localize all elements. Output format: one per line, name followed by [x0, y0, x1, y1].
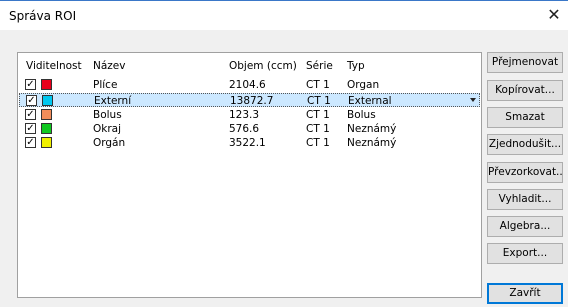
roi-volume: 2104.6 [229, 79, 266, 91]
visibility-checkbox[interactable]: ✓ [25, 123, 36, 134]
title-bar: Správa ROI ✕ [0, 0, 568, 30]
column-header-visibility[interactable]: Viditelnost [26, 60, 82, 72]
table-row[interactable]: ✓ Bolus 123.3 CT 1 Bolus [19, 108, 480, 122]
roi-series: CT 1 [306, 79, 330, 91]
table-row[interactable]: ✓ Plíce 2104.6 CT 1 Organ [19, 78, 480, 92]
column-header-name[interactable]: Název [93, 60, 125, 72]
visibility-checkbox[interactable]: ✓ [25, 109, 36, 120]
color-swatch[interactable] [41, 79, 52, 90]
chevron-down-icon[interactable] [470, 98, 476, 102]
roi-type: Neznámý [347, 137, 397, 149]
roi-type: Neznámý [347, 123, 397, 135]
color-swatch[interactable] [41, 137, 52, 148]
column-header-series[interactable]: Série [306, 60, 333, 72]
visibility-checkbox[interactable]: ✓ [25, 137, 36, 148]
roi-type-dropdown[interactable]: External [348, 94, 392, 108]
roi-name: Orgán [93, 137, 126, 149]
visibility-checkbox[interactable]: ✓ [25, 79, 36, 90]
close-button[interactable]: Zavřít [487, 283, 563, 304]
roi-volume: 13872.7 [230, 95, 274, 107]
title-bar-accent [0, 0, 568, 1]
roi-series: CT 1 [306, 123, 330, 135]
roi-type: Organ [347, 79, 380, 91]
roi-volume: 576.6 [229, 123, 260, 135]
table-row[interactable]: ✓ Okraj 576.6 CT 1 Neznámý [19, 122, 480, 136]
smooth-button[interactable]: Vyhladit... [487, 189, 563, 210]
roi-name: Plíce [93, 79, 118, 91]
resample-button[interactable]: Převzorkovat... [487, 162, 563, 183]
delete-button[interactable]: Smazat [487, 107, 563, 128]
algebra-button[interactable]: Algebra... [487, 216, 563, 237]
roi-name: Externí [94, 95, 132, 107]
color-swatch[interactable] [42, 95, 53, 106]
color-swatch[interactable] [41, 109, 52, 120]
table-row[interactable]: ✓ Externí 13872.7 CT 1 External [19, 93, 480, 107]
roi-table[interactable]: Viditelnost Název Objem (ccm) Série Typ … [17, 52, 482, 298]
roi-volume: 3522.1 [229, 137, 266, 149]
copy-button[interactable]: Kopírovat... [487, 80, 563, 101]
roi-type: Bolus [347, 109, 376, 121]
roi-volume: 123.3 [229, 109, 260, 121]
roi-series: CT 1 [307, 95, 331, 107]
roi-name: Okraj [93, 123, 122, 135]
roi-series: CT 1 [306, 137, 330, 149]
roi-name: Bolus [93, 109, 122, 121]
simplify-button[interactable]: Zjednodušit... [487, 134, 563, 155]
export-button[interactable]: Export... [487, 243, 563, 264]
roi-series: CT 1 [306, 109, 330, 121]
column-header-type[interactable]: Typ [347, 60, 365, 72]
table-row[interactable]: ✓ Orgán 3522.1 CT 1 Neznámý [19, 136, 480, 150]
color-swatch[interactable] [41, 123, 52, 134]
visibility-checkbox[interactable]: ✓ [26, 95, 37, 106]
rename-button[interactable]: Přejmenovat [487, 52, 563, 73]
close-icon[interactable]: ✕ [544, 5, 564, 25]
window-title: Správa ROI [9, 9, 77, 23]
column-header-volume[interactable]: Objem (ccm) [229, 60, 297, 72]
